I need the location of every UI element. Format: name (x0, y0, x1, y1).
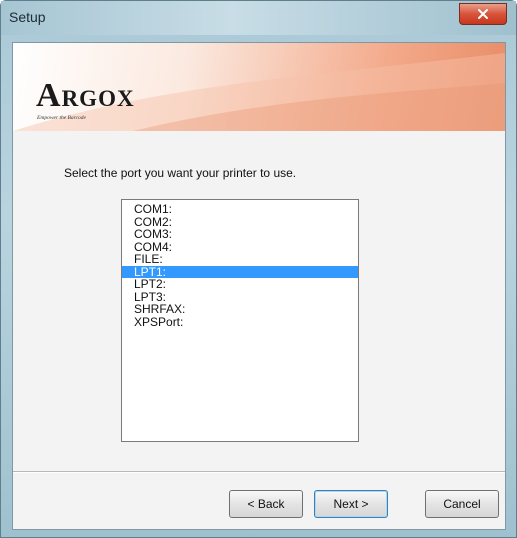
port-list-item[interactable]: LPT2: (122, 278, 358, 291)
close-button[interactable] (459, 3, 507, 25)
port-prompt: Select the port you want your printer to… (64, 166, 297, 180)
port-listbox[interactable]: COM1: COM2: COM3: COM4: FILE: LPT1: LPT2: LPT3:… (121, 199, 359, 442)
window-title: Setup (9, 9, 46, 25)
logo-initial: A (36, 77, 62, 114)
close-icon (477, 8, 489, 20)
port-list-item[interactable]: SHRFAX: (122, 303, 358, 316)
dialog-client-area: ARGOX Empower the Barcode Select the por… (12, 42, 506, 530)
port-list-item[interactable]: XPSPort: (122, 315, 358, 329)
port-list-item[interactable]: FILE: (122, 253, 358, 266)
logo-tagline: Empower the Barcode (37, 115, 86, 121)
cancel-button[interactable]: Cancel (425, 490, 499, 518)
back-button[interactable]: < Back (229, 490, 303, 518)
next-button[interactable]: Next > (314, 490, 388, 518)
footer-divider (13, 471, 505, 473)
title-bar[interactable]: Setup (1, 1, 516, 35)
setup-window: Setup ARGOX Empower the Barcode Select t… (0, 0, 517, 538)
port-list-item[interactable]: COM3: (122, 228, 358, 241)
argox-logo: ARGOX (36, 77, 135, 115)
header-banner: ARGOX Empower the Barcode (13, 43, 505, 131)
port-list-item[interactable]: COM1: (122, 203, 358, 216)
logo-wordmark: RGOX (61, 86, 135, 111)
